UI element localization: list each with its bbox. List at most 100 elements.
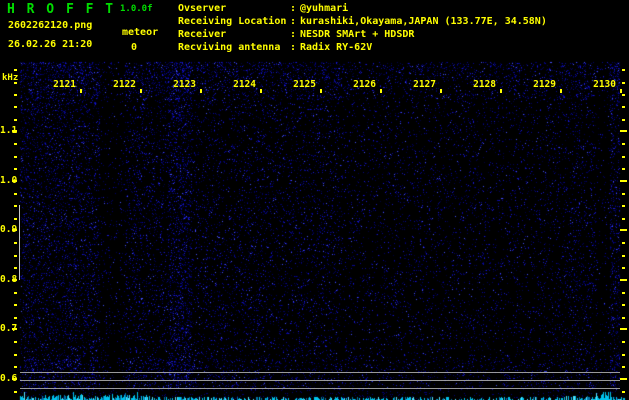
meteor-label: meteor — [122, 27, 159, 38]
freq-tick-minor — [622, 242, 625, 245]
freq-tick-minor — [14, 366, 17, 369]
time-tick-label: 2129 — [533, 79, 556, 90]
time-tick-label: 2124 — [233, 79, 256, 90]
freq-tick-minor — [14, 118, 17, 121]
freq-tick-minor — [622, 353, 625, 356]
freq-tick-minor — [622, 366, 625, 369]
freq-tick-minor — [14, 242, 17, 245]
time-tick — [80, 89, 82, 93]
freq-tick-minor — [622, 143, 625, 146]
spectrogram-canvas — [0, 0, 629, 400]
info-separator: : — [290, 29, 297, 40]
freq-tick-minor — [622, 390, 625, 393]
info-row: Ovserver: @yuhmari — [178, 2, 547, 15]
freq-tick-minor — [14, 143, 17, 146]
freq-tick-major — [620, 328, 627, 330]
freq-tick-minor — [622, 217, 625, 220]
freq-tick-major — [620, 229, 627, 231]
freq-tick-minor — [622, 69, 625, 72]
info-label: Receiving Location — [178, 16, 287, 27]
meteor-count: 0 — [131, 42, 138, 53]
info-value: NESDR SMArt + HDSDR — [300, 29, 415, 40]
freq-tick-label: 0.6 — [0, 372, 18, 384]
freq-tick-minor — [14, 168, 17, 171]
info-separator: : — [290, 16, 297, 27]
freq-tick-minor — [14, 353, 17, 356]
app-title: H R O F F T — [7, 2, 116, 17]
time-tick-label: 2128 — [473, 79, 496, 90]
freq-tick-minor — [622, 155, 625, 158]
filename-label: 2602262120.png — [8, 20, 93, 31]
info-row: Receiving Location: kurashiki,Okayama,JAP… — [178, 15, 547, 28]
time-tick — [440, 89, 442, 93]
time-tick — [260, 89, 262, 93]
info-label: Ovserver — [178, 3, 227, 14]
freq-tick-minor — [14, 155, 17, 158]
freq-tick-major — [620, 377, 627, 380]
freq-tick-minor — [14, 254, 17, 257]
freq-tick-minor — [14, 341, 17, 344]
time-tick-label: 2130 — [593, 79, 616, 90]
freq-tick-minor — [622, 291, 625, 294]
info-separator: : — [290, 3, 297, 14]
time-tick-label: 2126 — [353, 79, 376, 90]
freq-tick-minor — [622, 106, 625, 109]
observation-info-block: Ovserver: @yuhmari Receiving Location: kura… — [178, 2, 547, 54]
freq-tick-minor — [14, 93, 17, 96]
info-row: Receiver: NESDR SMArt + HDSDR — [178, 28, 547, 41]
freq-tick-minor — [622, 192, 625, 195]
time-tick-label: 2125 — [293, 79, 316, 90]
info-label: Recviving antenna — [178, 42, 281, 53]
freq-tick-major — [620, 179, 627, 182]
freq-tick-minor — [14, 217, 17, 220]
freq-tick-minor — [14, 69, 17, 72]
freq-tick-label: 1.1 — [0, 125, 18, 136]
freq-tick-minor — [14, 267, 17, 270]
version-label: 1.0.0f — [120, 4, 153, 14]
time-tick — [200, 89, 202, 93]
info-separator: : — [290, 42, 297, 53]
freq-tick-minor — [14, 192, 17, 195]
time-tick-label: 2121 — [53, 79, 76, 90]
hrofft-screen: H R O F F T 1.0.0f 2602262120.png meteor… — [0, 0, 629, 400]
carrier-line — [20, 380, 620, 381]
info-value: kurashiki,Okayama,JAPAN (133.77E, 34.58N… — [300, 16, 547, 27]
freq-tick-minor — [14, 205, 17, 208]
info-label: Receiver — [178, 29, 227, 40]
info-value: @yuhmari — [300, 3, 349, 14]
freq-tick-minor — [622, 118, 625, 121]
freq-tick-label: 1.0 — [0, 174, 18, 186]
calibration-marker — [19, 205, 20, 280]
freq-tick-minor — [14, 106, 17, 109]
time-tick-label: 2127 — [413, 79, 436, 90]
freq-tick-label: 0.9 — [0, 224, 18, 235]
time-tick — [560, 89, 562, 93]
freq-tick-minor — [622, 168, 625, 171]
freq-tick-major — [620, 278, 627, 281]
khz-axis-label: kHz — [2, 73, 19, 83]
freq-tick-minor — [622, 267, 625, 270]
freq-tick-minor — [622, 316, 625, 319]
freq-tick-label: 0.7 — [0, 323, 18, 334]
freq-tick-minor — [622, 93, 625, 96]
info-row: Recviving antenna: Radix RY-62V — [178, 41, 547, 54]
freq-tick-minor — [622, 254, 625, 257]
freq-tick-minor — [14, 291, 17, 294]
datetime-label: 26.02.26 21:20 — [8, 39, 93, 50]
time-tick — [320, 89, 322, 93]
carrier-line — [20, 388, 620, 389]
time-tick-label: 2123 — [173, 79, 196, 90]
freq-tick-minor — [622, 81, 625, 84]
carrier-line — [20, 372, 620, 373]
freq-tick-major — [620, 130, 627, 132]
info-value: Radix RY-62V — [300, 42, 373, 53]
time-tick — [380, 89, 382, 93]
freq-tick-minor — [14, 304, 17, 307]
freq-tick-minor — [622, 304, 625, 307]
freq-tick-minor — [14, 390, 17, 393]
freq-tick-minor — [14, 316, 17, 319]
time-tick — [620, 89, 622, 93]
freq-tick-minor — [622, 341, 625, 344]
time-tick — [140, 89, 142, 93]
freq-tick-label: 0.8 — [0, 273, 18, 285]
